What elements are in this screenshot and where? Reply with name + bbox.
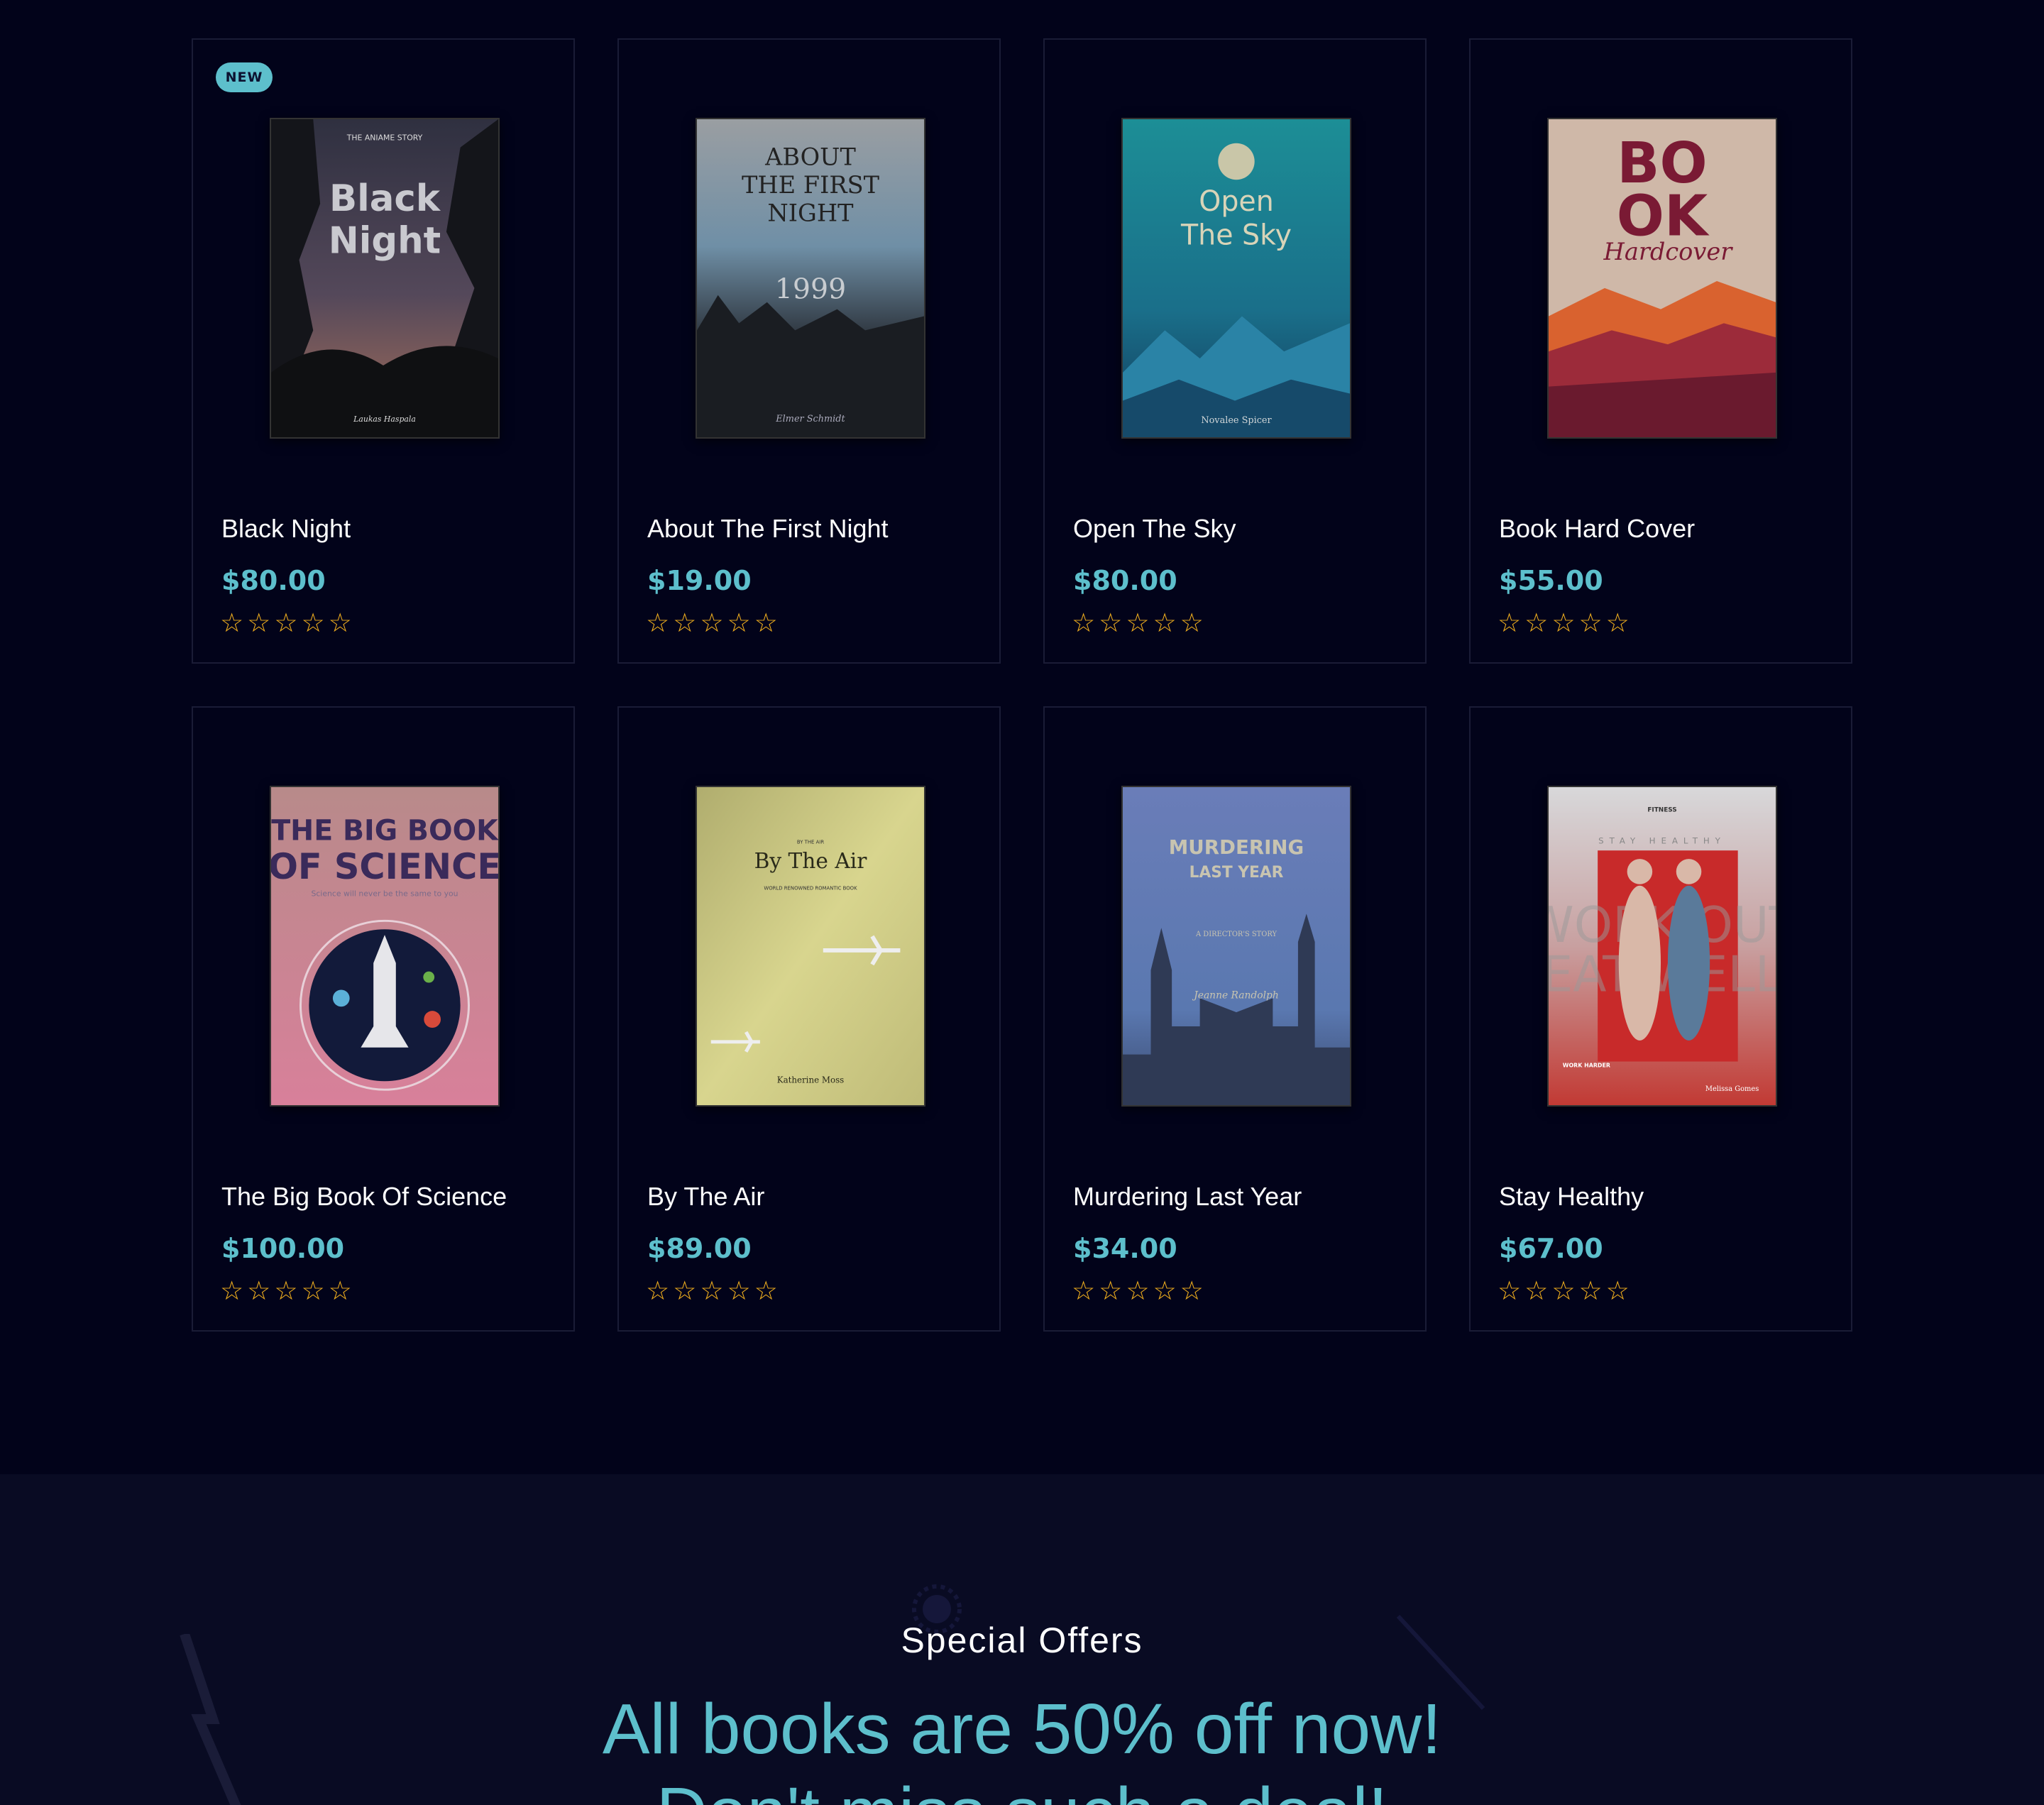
cover-title-line1: MURDERING [1169, 835, 1304, 859]
product-price: $89.00 [647, 1233, 752, 1264]
cover-top-text: THE ANIAME STORY [346, 133, 423, 143]
cover-title-line2: The Sky [1180, 219, 1292, 251]
book-cover-image[interactable]: BO OK Hardcover [1547, 118, 1777, 439]
cover-subtitle: Science will never be the same to you [311, 889, 458, 899]
cover-bg-text-2: EAT WELL [1549, 946, 1776, 1003]
cover-top-text: FITNESS [1647, 807, 1676, 814]
product-title[interactable]: Stay Healthy [1499, 1182, 1644, 1212]
book-cover-image[interactable]: FITNESS STAY HEALTHY WORK OUT EAT WELL W… [1547, 786, 1777, 1107]
rating-stars: ☆☆☆☆☆ [1072, 608, 1207, 638]
cover-title-line2: OF SCIENCE [271, 846, 498, 887]
cover-script: Hardcover [1603, 238, 1734, 265]
rating-stars: ☆☆☆☆☆ [1498, 1275, 1633, 1306]
heading-line-2: Don't miss such a deal! [0, 1771, 2044, 1805]
product-card[interactable]: FITNESS STAY HEALTHY WORK OUT EAT WELL W… [1469, 706, 1852, 1332]
cover-title: STAY HEALTHY [1598, 835, 1726, 845]
rating-stars: ☆☆☆☆☆ [646, 1275, 781, 1306]
product-card[interactable]: Open The Sky Novalee Spicer Open The Sky… [1043, 38, 1427, 664]
product-title[interactable]: Book Hard Cover [1499, 514, 1695, 544]
cover-bg-text-1: WORK OUT [1549, 897, 1776, 954]
cover-author: Jeanne Randolph [1192, 989, 1279, 1001]
product-title[interactable]: Black Night [221, 514, 351, 544]
product-title[interactable]: Murdering Last Year [1073, 1182, 1302, 1212]
product-card[interactable]: BO OK Hardcover Book Hard Cover $55.00 ☆… [1469, 38, 1852, 664]
rating-stars: ☆☆☆☆☆ [220, 1275, 356, 1306]
cover-subtitle: WORLD RENOWNED ROMANTIC BOOK [764, 886, 857, 891]
cover-title-line1: Black [329, 177, 441, 220]
product-card[interactable]: MURDERING LAST YEAR A DIRECTOR'S STORY J… [1043, 706, 1427, 1332]
cover-subtitle: A DIRECTOR'S STORY [1195, 931, 1277, 938]
special-offers-section: Special Offers All books are 50% off now… [0, 1474, 2044, 1805]
book-cover-image[interactable]: THE BIG BOOK OF SCIENCE Science will nev… [270, 786, 500, 1107]
product-card[interactable]: NEW THE ANIAME STORY Black Night Laukas … [192, 38, 575, 664]
cover-author: Melissa Gomes [1705, 1085, 1759, 1093]
product-title[interactable]: About The First Night [647, 514, 889, 544]
cover-title-line1: THE BIG BOOK [271, 814, 498, 847]
product-price: $80.00 [221, 565, 326, 596]
cover-title-line3: NIGHT [767, 199, 854, 227]
product-title[interactable]: Open The Sky [1073, 514, 1236, 544]
book-cover-image[interactable]: BY THE AIR By The Air WORLD RENOWNED ROM… [696, 786, 925, 1107]
product-price: $34.00 [1073, 1233, 1177, 1264]
rating-stars: ☆☆☆☆☆ [646, 608, 781, 638]
book-cover-image[interactable]: ABOUT THE FIRST NIGHT 1999 Elmer Schmidt [696, 118, 925, 439]
book-cover-image[interactable]: THE ANIAME STORY Black Night Laukas Hasp… [270, 118, 500, 439]
product-card[interactable]: THE BIG BOOK OF SCIENCE Science will nev… [192, 706, 575, 1332]
cover-author: Novalee Spicer [1201, 415, 1272, 426]
book-cover-image[interactable]: Open The Sky Novalee Spicer [1121, 118, 1351, 439]
cover-year: 1999 [775, 273, 847, 306]
new-badge: NEW [216, 62, 273, 92]
product-price: $55.00 [1499, 565, 1603, 596]
products-section: NEW THE ANIAME STORY Black Night Laukas … [0, 0, 2044, 1474]
section-kicker: Special Offers [901, 1620, 1143, 1660]
cover-author: Laukas Haspala [353, 415, 416, 424]
product-price: $67.00 [1499, 1233, 1603, 1264]
cover-title-line1: Open [1199, 185, 1273, 218]
rating-stars: ☆☆☆☆☆ [220, 608, 356, 638]
cover-top-text: BY THE AIR [797, 839, 824, 845]
cover-title-line2: LAST YEAR [1189, 864, 1284, 882]
cover-title: By The Air [754, 848, 868, 873]
cover-title-line2: Night [329, 219, 441, 262]
cover-tag: WORK HARDER [1563, 1062, 1610, 1068]
product-price: $100.00 [221, 1233, 345, 1264]
cover-title-line2: THE FIRST [742, 171, 880, 199]
product-title[interactable]: By The Air [647, 1182, 764, 1212]
product-price: $80.00 [1073, 565, 1177, 596]
product-card[interactable]: ABOUT THE FIRST NIGHT 1999 Elmer Schmidt… [617, 38, 1001, 664]
book-cover-image[interactable]: MURDERING LAST YEAR A DIRECTOR'S STORY J… [1121, 786, 1351, 1107]
cover-title-line1: ABOUT [764, 143, 856, 170]
section-heading: All books are 50% off now! Don't miss su… [0, 1687, 2044, 1805]
heading-line-1: All books are 50% off now! [602, 1689, 1442, 1769]
product-grid: NEW THE ANIAME STORY Black Night Laukas … [192, 38, 1852, 1332]
rating-stars: ☆☆☆☆☆ [1072, 1275, 1207, 1306]
cover-author: Katherine Moss [777, 1075, 845, 1085]
cover-author: Elmer Schmidt [775, 414, 845, 424]
rating-stars: ☆☆☆☆☆ [1498, 608, 1633, 638]
product-title[interactable]: The Big Book Of Science [221, 1182, 507, 1212]
product-price: $19.00 [647, 565, 752, 596]
product-card[interactable]: BY THE AIR By The Air WORLD RENOWNED ROM… [617, 706, 1001, 1332]
